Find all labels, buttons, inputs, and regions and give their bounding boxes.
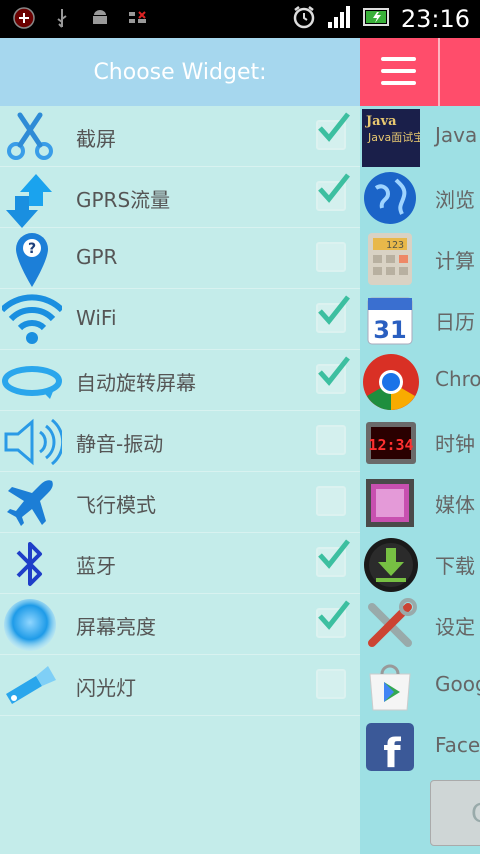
widget-checkbox[interactable] [316, 295, 350, 333]
app-row[interactable]: Chro [360, 350, 480, 411]
app-label: 设定 [435, 615, 475, 639]
data-transfer-icon [2, 170, 58, 228]
gallery-icon [362, 475, 418, 531]
svg-text:?: ? [28, 241, 36, 257]
app-row[interactable]: f Face [360, 716, 480, 777]
widget-checkbox[interactable] [316, 600, 350, 638]
widget-checkbox[interactable] [316, 486, 346, 516]
widget-label: 自动旋转屏幕 [76, 371, 196, 395]
speaker-icon [2, 414, 65, 468]
brightness-icon [2, 597, 58, 651]
battery-icon [362, 7, 391, 31]
app-row[interactable]: 123 计算 [360, 228, 480, 289]
app-label: Java [435, 123, 478, 147]
widget-row-gprs[interactable]: GPRS流量 [0, 167, 360, 228]
clock-icon: 12:34 [362, 414, 418, 470]
alarm-icon [291, 4, 317, 34]
svg-text:123: 123 [386, 240, 404, 251]
widget-label: 蓝牙 [76, 554, 116, 578]
widget-row-auto-rotate[interactable]: 自动旋转屏幕 [0, 350, 360, 411]
sim-icon [126, 6, 150, 30]
rotate-icon [2, 353, 62, 407]
widget-checkbox[interactable] [316, 669, 346, 699]
signal-icon [327, 5, 353, 33]
widget-checkbox[interactable] [316, 539, 350, 577]
app-label: 日历 [435, 310, 475, 334]
widget-label: GPR [76, 245, 118, 269]
app-row[interactable]: Goog [360, 655, 480, 716]
location-pin-icon: ? [2, 231, 58, 287]
bluetooth-icon [2, 536, 58, 590]
widget-checkbox[interactable] [316, 356, 350, 394]
app-label: 下载 [435, 554, 475, 578]
widget-chooser-panel: Choose Widget: 截屏 GPRS流量 ? GPR WiFi 自动旋转… [0, 38, 360, 854]
app-label: Face [435, 733, 480, 757]
app-label: 时钟 [435, 432, 475, 456]
widget-row-silent-vibrate[interactable]: 静音-振动 [0, 411, 360, 472]
panel-title: Choose Widget: [0, 38, 360, 106]
widget-row-bluetooth[interactable]: 蓝牙 [0, 533, 360, 594]
svg-text:Java面试宝典: Java面试宝典 [367, 130, 420, 144]
calculator-icon: 123 [362, 231, 418, 287]
airplane-icon [2, 475, 58, 529]
wifi-icon [0, 292, 65, 346]
app-panel-header [360, 38, 480, 106]
widget-label: GPRS流量 [76, 188, 171, 212]
play-store-icon [362, 658, 418, 714]
widget-checkbox[interactable] [316, 425, 346, 455]
widget-row-airplane[interactable]: 飞行模式 [0, 472, 360, 533]
widget-checkbox[interactable] [316, 112, 350, 150]
java-book-icon: JavaJava面试宝典 [362, 109, 435, 167]
app-row[interactable]: 下载 [360, 533, 480, 594]
flashlight-icon [2, 658, 58, 712]
app-list-panel: JavaJava面试宝典 Java 浏览 123 计算 31 日历 Chro 1… [360, 38, 480, 854]
facebook-icon: f [362, 719, 418, 777]
usb-icon [50, 6, 74, 30]
widget-checkbox[interactable] [316, 242, 346, 272]
app-row[interactable]: 12:34 时钟 [360, 411, 480, 472]
svg-text:Java: Java [365, 114, 397, 129]
widget-checkbox[interactable] [316, 173, 350, 211]
android-icon [88, 6, 112, 30]
record-icon [12, 6, 36, 30]
widget-row-brightness[interactable]: 屏幕亮度 [0, 594, 360, 655]
svg-text:31: 31 [373, 316, 406, 344]
app-label: 媒体 [435, 493, 475, 517]
status-bar: 23:16 [0, 0, 480, 38]
settings-tools-icon [362, 597, 418, 653]
app-row[interactable]: JavaJava面试宝典 Java [360, 106, 480, 167]
app-row[interactable]: 浏览 [360, 167, 480, 228]
app-label: Goog [435, 672, 480, 696]
widget-row-flashlight[interactable]: 闪光灯 [0, 655, 360, 716]
calendar-icon: 31 [362, 292, 418, 348]
app-label: 浏览 [435, 188, 475, 212]
app-label: Chro [435, 367, 480, 391]
svg-text:f: f [383, 731, 401, 775]
widget-label: WiFi [76, 306, 117, 330]
clock-time: 23:16 [400, 5, 470, 33]
download-icon [362, 536, 418, 592]
menu-button[interactable] [360, 38, 440, 106]
widget-label: 静音-振动 [76, 432, 164, 456]
widget-row-gpr[interactable]: ? GPR [0, 228, 360, 289]
widget-label: 飞行模式 [76, 493, 156, 517]
widget-label: 闪光灯 [76, 676, 136, 700]
scissors-icon [2, 109, 58, 163]
app-row[interactable]: 31 日历 [360, 289, 480, 350]
app-label: 计算 [435, 249, 475, 273]
svg-text:12:34: 12:34 [368, 436, 413, 454]
widget-label: 屏幕亮度 [76, 615, 156, 639]
chrome-icon [362, 353, 419, 410]
app-row[interactable]: 媒体 [360, 472, 480, 533]
widget-row-wifi[interactable]: WiFi [0, 289, 360, 350]
widget-row-screenshot[interactable]: 截屏 [0, 106, 360, 167]
browser-globe-icon [362, 170, 418, 226]
bottom-button[interactable]: C [430, 780, 480, 846]
widget-label: 截屏 [76, 127, 116, 151]
app-row[interactable]: 设定 [360, 594, 480, 655]
